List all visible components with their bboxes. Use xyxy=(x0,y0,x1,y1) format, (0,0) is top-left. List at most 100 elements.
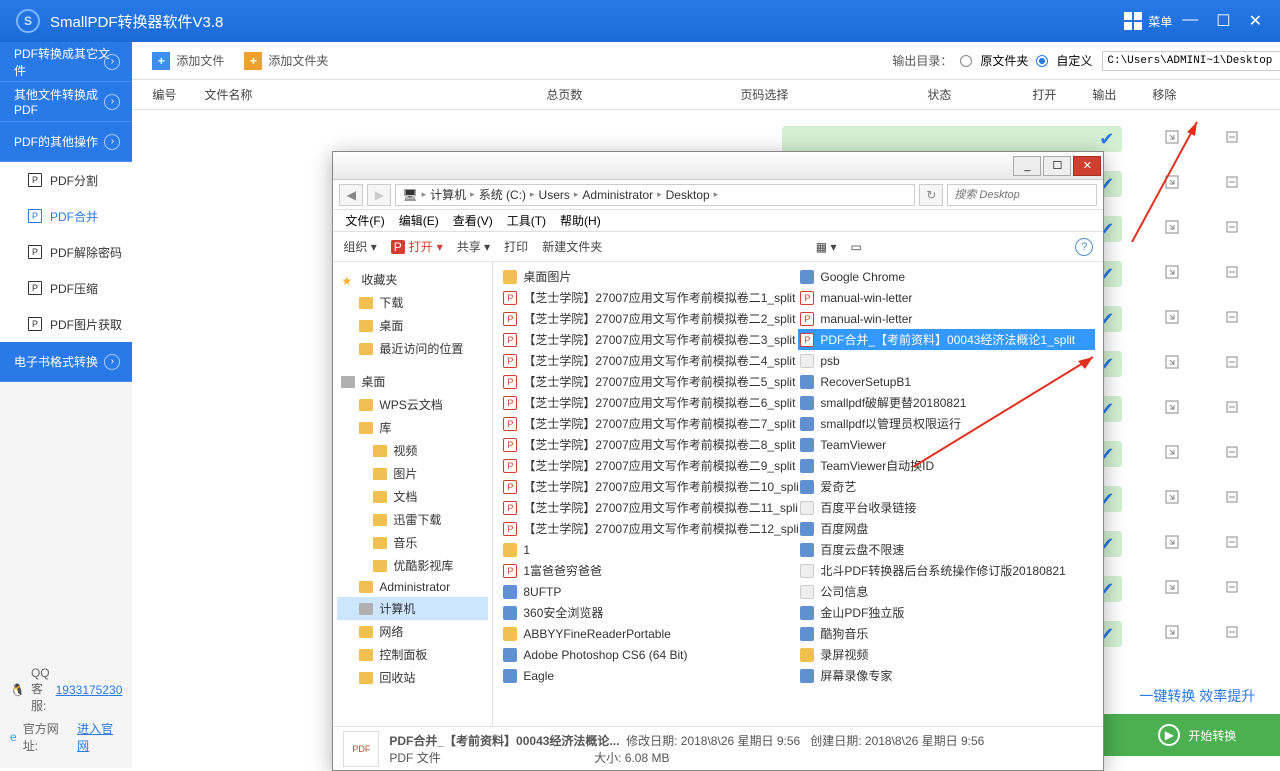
sidebar-cat-pdf-other-ops[interactable]: PDF的其他操作› xyxy=(0,122,132,162)
output-button[interactable] xyxy=(1202,264,1262,284)
tree-item[interactable]: 桌面 xyxy=(337,370,488,393)
remove-button[interactable] xyxy=(1262,219,1280,239)
remove-button[interactable] xyxy=(1262,399,1280,419)
close-button[interactable]: ✕ xyxy=(1249,11,1262,31)
tree-item[interactable]: 迅雷下载 xyxy=(337,508,488,531)
menu-help[interactable]: 帮助(H) xyxy=(554,210,607,231)
file-item[interactable]: P【芝士学院】27007应用文写作考前模拟卷二3_split xyxy=(501,329,798,350)
file-item[interactable]: TeamViewer xyxy=(798,434,1095,455)
file-item[interactable]: 屏幕录像专家 xyxy=(798,665,1095,686)
print-button[interactable]: 打印 xyxy=(504,238,528,255)
breadcrumb[interactable]: 🖥 ▸计算机 ▸系统 (C:) ▸Users ▸Administrator ▸D… xyxy=(395,184,915,206)
add-file-button[interactable]: +添加文件 xyxy=(144,48,232,74)
remove-button[interactable] xyxy=(1262,624,1280,644)
menu-file[interactable]: 文件(F) xyxy=(339,210,390,231)
file-item[interactable]: Adobe Photoshop CS6 (64 Bit) xyxy=(501,644,798,665)
file-item[interactable]: P1富爸爸穷爸爸 xyxy=(501,560,798,581)
file-item[interactable]: RecoverSetupB1 xyxy=(798,371,1095,392)
file-item[interactable]: P【芝士学院】27007应用文写作考前模拟卷二10_split xyxy=(501,476,798,497)
open-file-button[interactable] xyxy=(1142,489,1202,509)
file-item[interactable]: P【芝士学院】27007应用文写作考前模拟卷二9_split xyxy=(501,455,798,476)
open-file-button[interactable] xyxy=(1142,219,1202,239)
new-folder-button[interactable]: 新建文件夹 xyxy=(542,238,602,255)
file-item[interactable]: 公司信息 xyxy=(798,581,1095,602)
remove-button[interactable] xyxy=(1262,174,1280,194)
tree-item[interactable]: WPS云文档 xyxy=(337,393,488,416)
menu-button[interactable]: 菜单 xyxy=(1124,12,1172,30)
maximize-button[interactable]: ☐ xyxy=(1216,11,1230,31)
output-button[interactable] xyxy=(1202,219,1262,239)
radio-original-folder[interactable] xyxy=(960,55,972,67)
remove-button[interactable] xyxy=(1262,534,1280,554)
minimize-button[interactable]: — xyxy=(1182,11,1198,31)
file-item[interactable]: TeamViewer自动换ID xyxy=(798,455,1095,476)
tree-item[interactable]: 桌面 xyxy=(337,314,488,337)
forward-button[interactable]: ▶ xyxy=(367,184,391,206)
file-item[interactable]: P【芝士学院】27007应用文写作考前模拟卷二1_split xyxy=(501,287,798,308)
remove-button[interactable] xyxy=(1262,129,1280,149)
share-button[interactable]: 共享 ▾ xyxy=(457,238,490,255)
file-item[interactable]: PPDF合并_【考前资料】00043经济法概论1_split xyxy=(798,329,1095,350)
open-file-button[interactable] xyxy=(1142,309,1202,329)
sidebar-cat-ebook[interactable]: 电子书格式转换› xyxy=(0,342,132,382)
tree-item[interactable]: ★收藏夹 xyxy=(337,268,488,291)
open-button[interactable]: P打开 ▾ xyxy=(391,238,443,255)
remove-button[interactable] xyxy=(1262,444,1280,464)
open-file-button[interactable] xyxy=(1142,129,1202,149)
file-item[interactable]: P【芝士学院】27007应用文写作考前模拟卷二2_split xyxy=(501,308,798,329)
dialog-close-button[interactable]: ✕ xyxy=(1073,156,1101,176)
sidebar-item-pdf-split[interactable]: PPDF分割 xyxy=(0,162,132,198)
output-path-input[interactable] xyxy=(1102,51,1280,71)
menu-edit[interactable]: 编辑(E) xyxy=(393,210,445,231)
open-file-button[interactable] xyxy=(1142,534,1202,554)
output-button[interactable] xyxy=(1202,174,1262,194)
dialog-maximize-button[interactable]: ☐ xyxy=(1043,156,1071,176)
site-link[interactable]: 进入官网 xyxy=(77,720,122,754)
tree-item[interactable]: 网络 xyxy=(337,620,488,643)
refresh-button[interactable]: ↻ xyxy=(919,184,943,206)
tree-item[interactable]: 音乐 xyxy=(337,531,488,554)
remove-button[interactable] xyxy=(1262,309,1280,329)
tree-item[interactable]: 图片 xyxy=(337,462,488,485)
output-button[interactable] xyxy=(1202,489,1262,509)
file-item[interactable]: P【芝士学院】27007应用文写作考前模拟卷二6_split xyxy=(501,392,798,413)
tree-item[interactable]: 下载 xyxy=(337,291,488,314)
organize-button[interactable]: 组织 ▾ xyxy=(343,238,376,255)
remove-button[interactable] xyxy=(1262,354,1280,374)
menu-tools[interactable]: 工具(T) xyxy=(501,210,552,231)
add-folder-button[interactable]: +添加文件夹 xyxy=(236,48,336,74)
open-file-button[interactable] xyxy=(1142,399,1202,419)
view-options-button[interactable]: ▦ ▾ xyxy=(816,240,837,254)
file-item[interactable]: smallpdf以管理员权限运行 xyxy=(798,413,1095,434)
start-convert-button[interactable]: ▶ 开始转换 xyxy=(1092,714,1280,756)
file-item[interactable]: P【芝士学院】27007应用文写作考前模拟卷二12_split xyxy=(501,518,798,539)
file-item[interactable]: 北斗PDF转换器后台系统操作修订版20180821 xyxy=(798,560,1095,581)
file-item[interactable]: 1 xyxy=(501,539,798,560)
tree-item[interactable]: 库 xyxy=(337,416,488,439)
output-button[interactable] xyxy=(1202,309,1262,329)
sidebar-cat-pdf-to-other[interactable]: PDF转换成其它文件› xyxy=(0,42,132,82)
file-item[interactable]: 8UFTP xyxy=(501,581,798,602)
help-icon[interactable]: ? xyxy=(1075,238,1093,256)
file-item[interactable]: psb xyxy=(798,350,1095,371)
tree-item[interactable]: 计算机 xyxy=(337,597,488,620)
file-item[interactable]: 桌面图片 xyxy=(501,266,798,287)
back-button[interactable]: ◀ xyxy=(339,184,363,206)
output-button[interactable] xyxy=(1202,444,1262,464)
file-item[interactable]: 百度网盘 xyxy=(798,518,1095,539)
preview-pane-button[interactable]: ▭ xyxy=(850,240,861,254)
file-item[interactable]: smallpdf破解更替20180821 xyxy=(798,392,1095,413)
file-item[interactable]: ABBYYFineReaderPortable xyxy=(501,623,798,644)
tree-item[interactable]: 控制面板 xyxy=(337,643,488,666)
file-item[interactable]: Pmanual-win-letter xyxy=(798,308,1095,329)
file-item[interactable]: P【芝士学院】27007应用文写作考前模拟卷二11_split xyxy=(501,497,798,518)
file-item[interactable]: 百度云盘不限速 xyxy=(798,539,1095,560)
sidebar-item-pdf-compress[interactable]: PPDF压缩 xyxy=(0,270,132,306)
tree-item[interactable]: 优酷影视库 xyxy=(337,554,488,577)
tree-item[interactable]: 视频 xyxy=(337,439,488,462)
sidebar-item-pdf-extract-img[interactable]: PPDF图片获取 xyxy=(0,306,132,342)
open-file-button[interactable] xyxy=(1142,624,1202,644)
open-file-button[interactable] xyxy=(1142,579,1202,599)
output-button[interactable] xyxy=(1202,579,1262,599)
file-item[interactable]: 百度平台收录链接 xyxy=(798,497,1095,518)
